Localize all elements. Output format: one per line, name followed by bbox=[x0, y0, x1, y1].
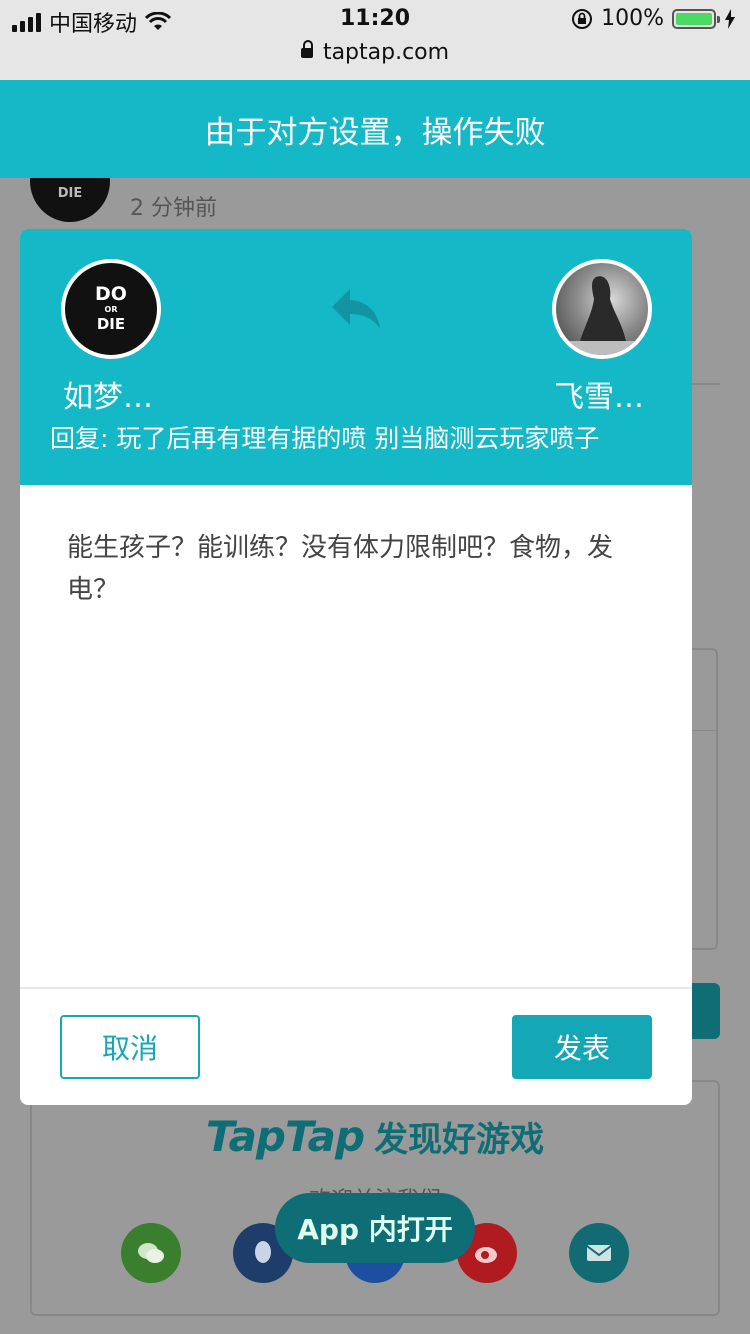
error-toast: 由于对方设置，操作失败 bbox=[0, 80, 750, 178]
taptap-logo: TapTap bbox=[205, 1112, 365, 1161]
sender-avatar-text-top: DO bbox=[95, 283, 127, 305]
sender-avatar-text-bottom: DIE bbox=[96, 315, 126, 333]
sender-avatar: DO OR DIE bbox=[61, 259, 161, 359]
cancel-button[interactable]: 取消 bbox=[60, 1015, 200, 1079]
footer-brand: TapTap 发现好游戏 bbox=[32, 1112, 718, 1161]
battery-percent: 100% bbox=[601, 6, 664, 31]
sender-avatar-text-mid: OR bbox=[104, 305, 118, 314]
divider bbox=[20, 987, 692, 989]
battery-icon bbox=[672, 8, 720, 29]
reply-dialog-header: DO OR DIE 如梦… 飞雪… 回复: 玩了后再有理有据的喷 别当脑测云玩家… bbox=[20, 229, 692, 485]
rotation-lock-icon bbox=[572, 8, 593, 29]
open-in-app-button[interactable]: App 内打开 bbox=[275, 1193, 475, 1263]
charging-icon bbox=[725, 8, 735, 29]
comment-avatar-text: DIE bbox=[57, 186, 83, 201]
wechat-icon[interactable] bbox=[121, 1223, 181, 1283]
background-input-box bbox=[692, 648, 718, 950]
reply-to-text: 回复: 玩了后再有理有据的喷 别当脑测云玩家喷子 bbox=[50, 424, 600, 453]
divider bbox=[692, 730, 718, 731]
lock-icon bbox=[300, 40, 313, 58]
url-bar[interactable]: taptap.com bbox=[0, 40, 750, 81]
footer-slogan: 发现好游戏 bbox=[374, 1120, 545, 1160]
reply-dialog: DO OR DIE 如梦… 飞雪… 回复: 玩了后再有理有据的喷 别当脑测云玩家… bbox=[20, 229, 692, 1105]
status-bar: 中国移动 11:20 100% bbox=[0, 0, 750, 40]
reply-arrow-icon bbox=[332, 289, 380, 329]
reply-content-input[interactable]: 能生孩子？能训练？没有体力限制吧？食物，发电？ bbox=[67, 527, 647, 611]
battery-fill bbox=[676, 12, 712, 25]
comment-time: 2 分钟前 bbox=[130, 196, 217, 221]
status-right: 100% bbox=[571, 6, 736, 31]
divider bbox=[692, 383, 720, 385]
url-domain: taptap.com bbox=[322, 40, 450, 65]
submit-button[interactable]: 发表 bbox=[512, 1015, 652, 1079]
mail-icon[interactable] bbox=[569, 1223, 629, 1283]
recipient-avatar-image bbox=[556, 276, 648, 355]
background-button bbox=[692, 983, 720, 1039]
recipient-name: 飞雪… bbox=[554, 380, 644, 415]
sender-name: 如梦… bbox=[63, 380, 153, 415]
recipient-avatar bbox=[552, 259, 652, 359]
